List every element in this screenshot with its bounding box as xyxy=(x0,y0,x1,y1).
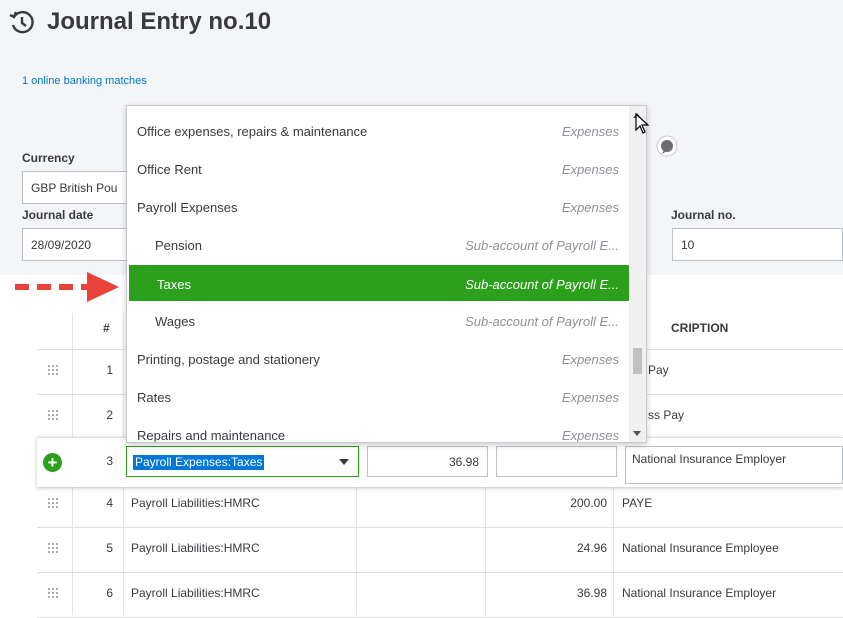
row-number: 2 xyxy=(106,408,113,422)
credit-input[interactable] xyxy=(496,446,617,477)
table-row[interactable]: 5 Payroll Liabilities:HMRC 24.96 Nationa… xyxy=(37,527,843,573)
row-debit[interactable]: 36.98 xyxy=(497,586,607,600)
drag-handle-icon[interactable] xyxy=(47,587,59,599)
row-debit[interactable]: 24.96 xyxy=(497,541,607,555)
account-select[interactable]: Payroll Expenses:Taxes xyxy=(126,446,359,477)
drag-handle-icon[interactable] xyxy=(47,409,59,421)
row-number: 4 xyxy=(106,496,113,510)
option-name: Payroll Expenses xyxy=(137,200,238,215)
dropdown-option[interactable]: Printing, postage and stationery Expense… xyxy=(127,340,629,378)
row-description[interactable]: Pay xyxy=(648,363,669,377)
option-type: Sub-account of Payroll E... xyxy=(465,277,619,292)
column-number-header: # xyxy=(103,321,110,335)
option-type: Sub-account of Payroll E... xyxy=(465,238,619,253)
journal-no-input[interactable]: 10 xyxy=(672,228,843,261)
table-row-active[interactable]: + 3 Payroll Expenses:Taxes 36.98 Nationa… xyxy=(37,437,843,487)
row-debit[interactable]: 200.00 xyxy=(497,496,607,510)
table-row[interactable]: 6 Payroll Liabilities:HMRC 36.98 Nationa… xyxy=(37,572,843,618)
add-line-icon[interactable]: + xyxy=(43,453,62,472)
option-name: Office Rent xyxy=(137,162,202,177)
help-chat-icon[interactable] xyxy=(656,135,678,157)
account-select-value[interactable]: Payroll Expenses:Taxes xyxy=(133,455,265,470)
history-clock-icon[interactable] xyxy=(8,9,36,37)
online-banking-matches-link[interactable]: 1 online banking matches xyxy=(22,75,147,87)
currency-select[interactable]: GBP British Pou xyxy=(22,171,132,204)
row-account[interactable]: Payroll Liabilities:HMRC xyxy=(131,586,260,600)
option-name: Printing, postage and stationery xyxy=(137,352,320,367)
dropdown-option[interactable]: Rates Expenses xyxy=(127,378,629,416)
drag-handle-icon[interactable] xyxy=(47,364,59,376)
dropdown-option[interactable]: Repairs and maintenance Expenses xyxy=(127,416,629,443)
option-type: Expenses xyxy=(561,390,619,405)
row-number: 1 xyxy=(106,363,113,377)
chevron-down-icon[interactable] xyxy=(330,447,358,476)
option-type: Expenses xyxy=(561,124,619,139)
dropdown-option[interactable]: Pension Sub-account of Payroll E... xyxy=(127,226,629,264)
dropdown-option[interactable]: Payroll Expenses Expenses xyxy=(127,188,629,226)
option-name: Office expenses, repairs & maintenance xyxy=(137,124,368,139)
page-title: Journal Entry no.10 xyxy=(47,8,272,35)
drag-handle-icon[interactable] xyxy=(47,497,59,509)
option-type: Expenses xyxy=(561,428,619,443)
dropdown-scrollbar[interactable] xyxy=(629,106,646,442)
option-type: Expenses xyxy=(561,200,619,215)
annotation-arrow-icon xyxy=(15,272,119,302)
row-number: 6 xyxy=(106,586,113,600)
dropdown-option[interactable]: Wages Sub-account of Payroll E... xyxy=(127,302,629,340)
scroll-down-arrow-icon[interactable] xyxy=(633,431,641,436)
row-description[interactable]: National Insurance Employee xyxy=(622,541,779,555)
option-name: Rates xyxy=(137,390,171,405)
table-row[interactable]: 4 Payroll Liabilities:HMRC 200.00 PAYE xyxy=(37,482,843,528)
journal-no-label: Journal no. xyxy=(671,208,736,222)
row-number: 3 xyxy=(106,454,113,468)
row-account[interactable]: Payroll Liabilities:HMRC xyxy=(131,496,260,510)
account-dropdown-list[interactable]: Office expenses, repairs & maintenance E… xyxy=(126,105,647,443)
dropdown-option[interactable]: Office Rent Expenses xyxy=(127,150,629,188)
option-name: Wages xyxy=(155,314,195,329)
dropdown-option-selected[interactable]: Taxes Sub-account of Payroll E... xyxy=(129,265,629,301)
scrollbar-thumb[interactable] xyxy=(633,348,642,374)
row-description[interactable]: PAYE xyxy=(622,496,652,510)
column-description-header: CRIPTION xyxy=(671,321,729,335)
row-description[interactable]: National Insurance Employer xyxy=(622,586,776,600)
journal-date-label: Journal date xyxy=(22,208,94,222)
debit-input[interactable]: 36.98 xyxy=(367,446,488,477)
option-name: Repairs and maintenance xyxy=(137,428,286,443)
option-name: Pension xyxy=(155,238,202,253)
currency-label: Currency xyxy=(22,151,75,165)
option-type: Expenses xyxy=(561,162,619,177)
journal-date-input[interactable]: 28/09/2020 xyxy=(22,228,132,261)
row-description[interactable]: ss Pay xyxy=(648,408,684,422)
option-type: Expenses xyxy=(561,352,619,367)
dropdown-option[interactable]: Office expenses, repairs & maintenance E… xyxy=(127,112,629,150)
row-account[interactable]: Payroll Liabilities:HMRC xyxy=(131,541,260,555)
description-input[interactable]: National Insurance Employer xyxy=(625,446,843,484)
mouse-cursor-icon xyxy=(635,113,650,134)
row-number: 5 xyxy=(106,541,113,555)
option-name: Taxes xyxy=(157,277,191,292)
option-type: Sub-account of Payroll E... xyxy=(465,314,619,329)
drag-handle-icon[interactable] xyxy=(47,542,59,554)
